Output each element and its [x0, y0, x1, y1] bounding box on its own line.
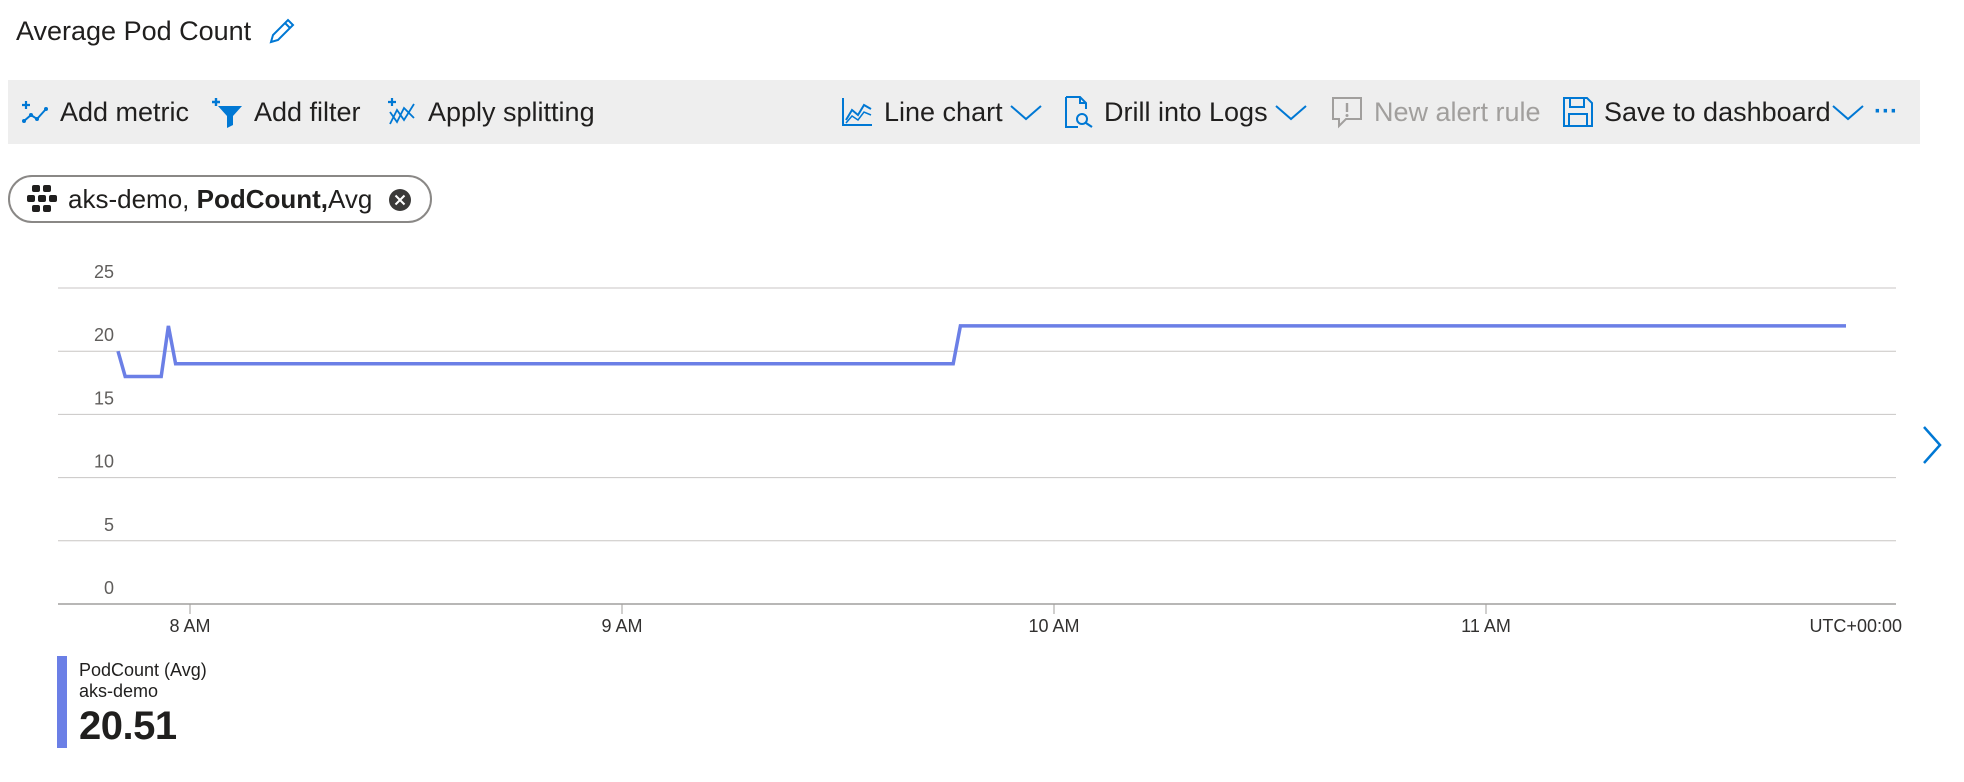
pod-count-chart: 0 5 10 15 20 25 8 AM 9 AM 10 AM 11 AM UTC+00:00	[58, 262, 1902, 636]
save-to-dashboard-label: Save to dashboard	[1604, 96, 1831, 127]
y-tick-label: 10	[94, 452, 114, 472]
pill-resource: aks-demo,	[68, 183, 190, 214]
x-tick-label: 9 AM	[601, 616, 642, 636]
save-icon	[1563, 97, 1593, 127]
drill-into-logs-label: Drill into Logs	[1104, 96, 1268, 127]
chart-title: Average Pod Count	[16, 15, 252, 46]
save-to-dashboard-dropdown[interactable]: Save to dashboard	[1562, 80, 1865, 144]
apply-splitting-label: Apply splitting	[428, 96, 595, 127]
legend-resource-name: aks-demo	[79, 681, 159, 701]
splitting-icon	[388, 98, 415, 125]
legend-color-bar	[57, 656, 67, 748]
chevron-right-icon[interactable]	[1920, 423, 1944, 467]
timezone-label: UTC+00:00	[1809, 616, 1902, 636]
chevron-down-icon	[1274, 105, 1307, 121]
close-icon[interactable]	[388, 188, 412, 212]
legend-text: PodCount (Avg) aks-demo 20.51	[79, 656, 207, 748]
chevron-down-icon	[1009, 105, 1042, 121]
pill-aggregation: Avg	[328, 183, 373, 214]
chart-type-dropdown[interactable]: Line chart	[840, 80, 1043, 144]
y-tick-label: 0	[104, 578, 114, 598]
y-tick-label: 15	[94, 388, 114, 408]
legend-series-name: PodCount (Avg)	[79, 660, 207, 680]
y-tick-label: 5	[104, 515, 114, 535]
alert-icon	[1332, 97, 1362, 129]
pill-metric: PodCount,	[196, 183, 329, 214]
new-alert-rule-button[interactable]: New alert rule	[1330, 80, 1541, 144]
line-chart-icon	[842, 98, 872, 126]
add-filter-label: Add filter	[254, 96, 361, 127]
logs-icon	[1065, 96, 1093, 128]
y-tick-label: 20	[94, 325, 114, 345]
chart-title-row: Average Pod Count	[16, 14, 299, 48]
add-metric-button[interactable]: Add metric	[20, 80, 189, 144]
kubernetes-cluster-icon	[27, 185, 57, 212]
line-chart-label: Line chart	[884, 96, 1003, 127]
apply-splitting-button[interactable]: Apply splitting	[386, 80, 595, 144]
drill-into-logs-dropdown[interactable]: Drill into Logs	[1062, 80, 1308, 144]
metrics-toolbar: Add metric Add filter Apply splitting Li…	[8, 80, 1920, 144]
filter-icon	[212, 98, 242, 128]
more-icon: ···	[1874, 98, 1898, 125]
more-options-button[interactable]: ···	[1874, 80, 1898, 144]
new-alert-rule-label: New alert rule	[1374, 96, 1541, 127]
chevron-down-icon	[1832, 105, 1864, 121]
pencil-icon[interactable]	[265, 14, 299, 48]
x-tick-label: 11 AM	[1461, 616, 1511, 636]
metric-pill[interactable]: aks-demo, PodCount,Avg	[8, 175, 432, 223]
chart-legend[interactable]: PodCount (Avg) aks-demo 20.51	[57, 656, 207, 748]
y-tick-label: 25	[94, 262, 114, 282]
x-tick-label: 8 AM	[169, 616, 210, 636]
add-metric-icon	[22, 101, 48, 123]
x-tick-label: 10 AM	[1028, 616, 1079, 636]
metric-pill-text: aks-demo, PodCount,Avg	[68, 184, 372, 215]
add-metric-label: Add metric	[60, 96, 190, 127]
legend-value: 20.51	[79, 704, 177, 748]
add-filter-button[interactable]: Add filter	[210, 80, 361, 144]
